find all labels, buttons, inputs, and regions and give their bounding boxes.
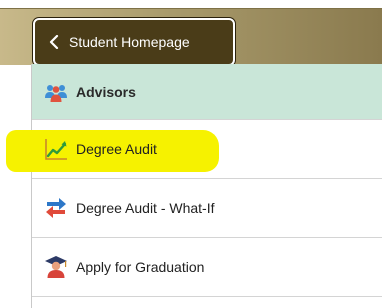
- nav-item-label: Degree Audit - What-If: [76, 200, 215, 216]
- nav-item-degree-audit-what-if[interactable]: Degree Audit - What-If: [32, 179, 382, 238]
- nav-header-advisors[interactable]: Advisors: [32, 64, 382, 120]
- back-button-label: Student Homepage: [69, 34, 190, 50]
- chart-line-icon: [45, 139, 67, 160]
- nav-item-degree-audit[interactable]: Degree Audit: [6, 120, 382, 179]
- nav-item-apply-for-graduation[interactable]: Apply for Graduation: [32, 238, 382, 297]
- student-homepage-back-button[interactable]: Student Homepage: [33, 18, 235, 66]
- advisors-icon: [45, 84, 67, 102]
- navigation-list: Advisors Degree Audit Degree Audit - Wha…: [6, 64, 382, 308]
- swap-arrows-icon: [46, 198, 66, 218]
- nav-header-label: Advisors: [76, 83, 136, 100]
- chevron-left-icon: [49, 35, 59, 49]
- graduate-icon: [45, 256, 67, 278]
- page-frame: Student Homepage Advisors Degree Audit D…: [0, 0, 382, 308]
- top-banner: Student Homepage: [0, 8, 382, 66]
- nav-item-label: Degree Audit: [76, 141, 157, 157]
- nav-list-continuation: [32, 297, 382, 308]
- nav-item-label: Apply for Graduation: [76, 259, 205, 275]
